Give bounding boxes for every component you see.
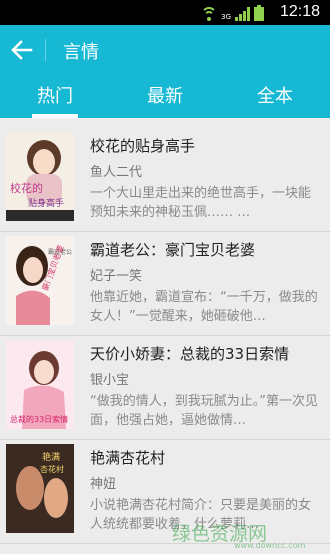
book-description: 他靠近她，霸道宣布：“一千万，做我的女人！”一觉醒来，她砸破他… (90, 290, 318, 324)
book-title: 艳满杏花村 (90, 449, 166, 467)
book-cover: 校花的 贴身高手 (6, 132, 74, 221)
tab-hot[interactable]: 热门 (0, 80, 110, 118)
page-title: 言情 (63, 42, 99, 63)
watermark: 绿色资源网 www.downcc.com (168, 520, 330, 550)
cover-title-line: 校花的 (10, 181, 43, 195)
cover-title-line: 艳满 (42, 451, 60, 463)
book-title: 天价小娇妻：总裁的33日索情 (90, 345, 290, 363)
category-tabs: 热门 最新 全本 (0, 80, 330, 118)
book-list-item[interactable]: 校花的 贴身高手 校花的贴身高手 鱼人二代 一个大山里走出来的绝世高手，一块能预… (0, 126, 330, 232)
signal-icon (235, 7, 250, 21)
book-author: 神妞 (90, 477, 117, 492)
status-icons: 3G (201, 4, 264, 21)
cover-title-line: 总裁的33日索情 (10, 414, 68, 424)
book-author: 妃子一笑 (90, 269, 143, 284)
book-list-item[interactable]: 总裁的33日索情 天价小娇妻：总裁的33日索情 银小宝 “做我的情人，到我玩腻为… (0, 334, 330, 440)
book-cover: 霸道老公 豪门宝贝老婆 (6, 236, 74, 325)
arrow-left-icon[interactable] (10, 38, 34, 62)
book-title: 霸道老公：豪门宝贝老婆 (90, 241, 256, 259)
cover-title-line: 贴身高手 (28, 197, 64, 209)
book-description: 一个大山里走出来的绝世高手，一块能预知未来的神秘玉佩…… … (90, 186, 312, 220)
book-list-item[interactable]: 霸道老公 豪门宝贝老婆 霸道老公：豪门宝贝老婆 妃子一笑 他靠近她，霸道宣布：“… (0, 230, 330, 336)
watermark-url: www.downcc.com (234, 541, 306, 550)
book-author: 鱼人二代 (90, 165, 143, 180)
header-divider (45, 39, 46, 61)
cover-title-line: 杏花村 (40, 464, 64, 474)
book-author: 银小宝 (90, 373, 130, 388)
book-cover: 艳满 杏花村 (6, 444, 74, 533)
tab-complete[interactable]: 全本 (220, 80, 330, 118)
wifi-icon (201, 7, 218, 21)
book-description: “做我的情人，到我玩腻为止。”第一次见面，他强占她，逼她做情… (90, 394, 318, 428)
status-bar: 3G 12:18 (0, 0, 330, 25)
network-type-label: 3G (221, 13, 231, 21)
book-cover: 总裁的33日索情 (6, 340, 74, 429)
app-header: 言情 热门 最新 全本 (0, 25, 330, 118)
status-time: 12:18 (279, 3, 320, 20)
battery-icon (254, 5, 264, 21)
book-title: 校花的贴身高手 (90, 137, 196, 155)
book-list: 校花的 贴身高手 校花的贴身高手 鱼人二代 一个大山里走出来的绝世高手，一块能预… (0, 118, 330, 550)
tab-latest[interactable]: 最新 (110, 80, 220, 118)
